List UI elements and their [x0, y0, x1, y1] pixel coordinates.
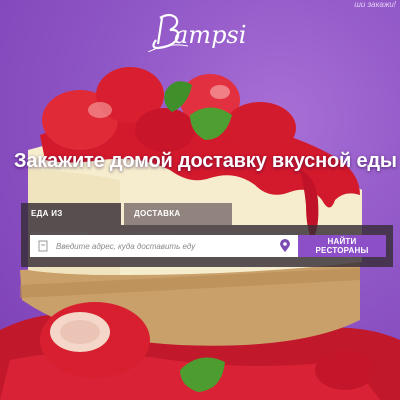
- find-restaurants-button[interactable]: НАЙТИ РЕСТОРАНЫ: [298, 235, 386, 257]
- cheesecake-image: [0, 67, 400, 400]
- tab-fastfood-delivery[interactable]: ДОСТАВКА ФАСТФУДА: [124, 203, 232, 240]
- address-input[interactable]: [50, 235, 278, 257]
- promo-corner-text: ши закажи!: [354, 0, 396, 9]
- search-panel: НАЙТИ РЕСТОРАНЫ: [21, 225, 393, 267]
- logo-text: ampsi: [174, 21, 247, 49]
- document-icon: [36, 239, 50, 253]
- address-search-box: [30, 235, 298, 257]
- bampsi-logo[interactable]: ampsi: [148, 10, 268, 52]
- hero-banner: ши закажи! ampsi Закажите домой доставку…: [0, 0, 400, 400]
- map-pin-icon[interactable]: [278, 239, 292, 253]
- delivery-tabs: ЕДА ИЗ РЕСТОРАНОВ ДОСТАВКА ФАСТФУДА: [21, 203, 232, 240]
- page-headline: Закажите домой доставку вкусной еды: [14, 150, 397, 172]
- tab-restaurant-food[interactable]: ЕДА ИЗ РЕСТОРАНОВ: [21, 203, 121, 240]
